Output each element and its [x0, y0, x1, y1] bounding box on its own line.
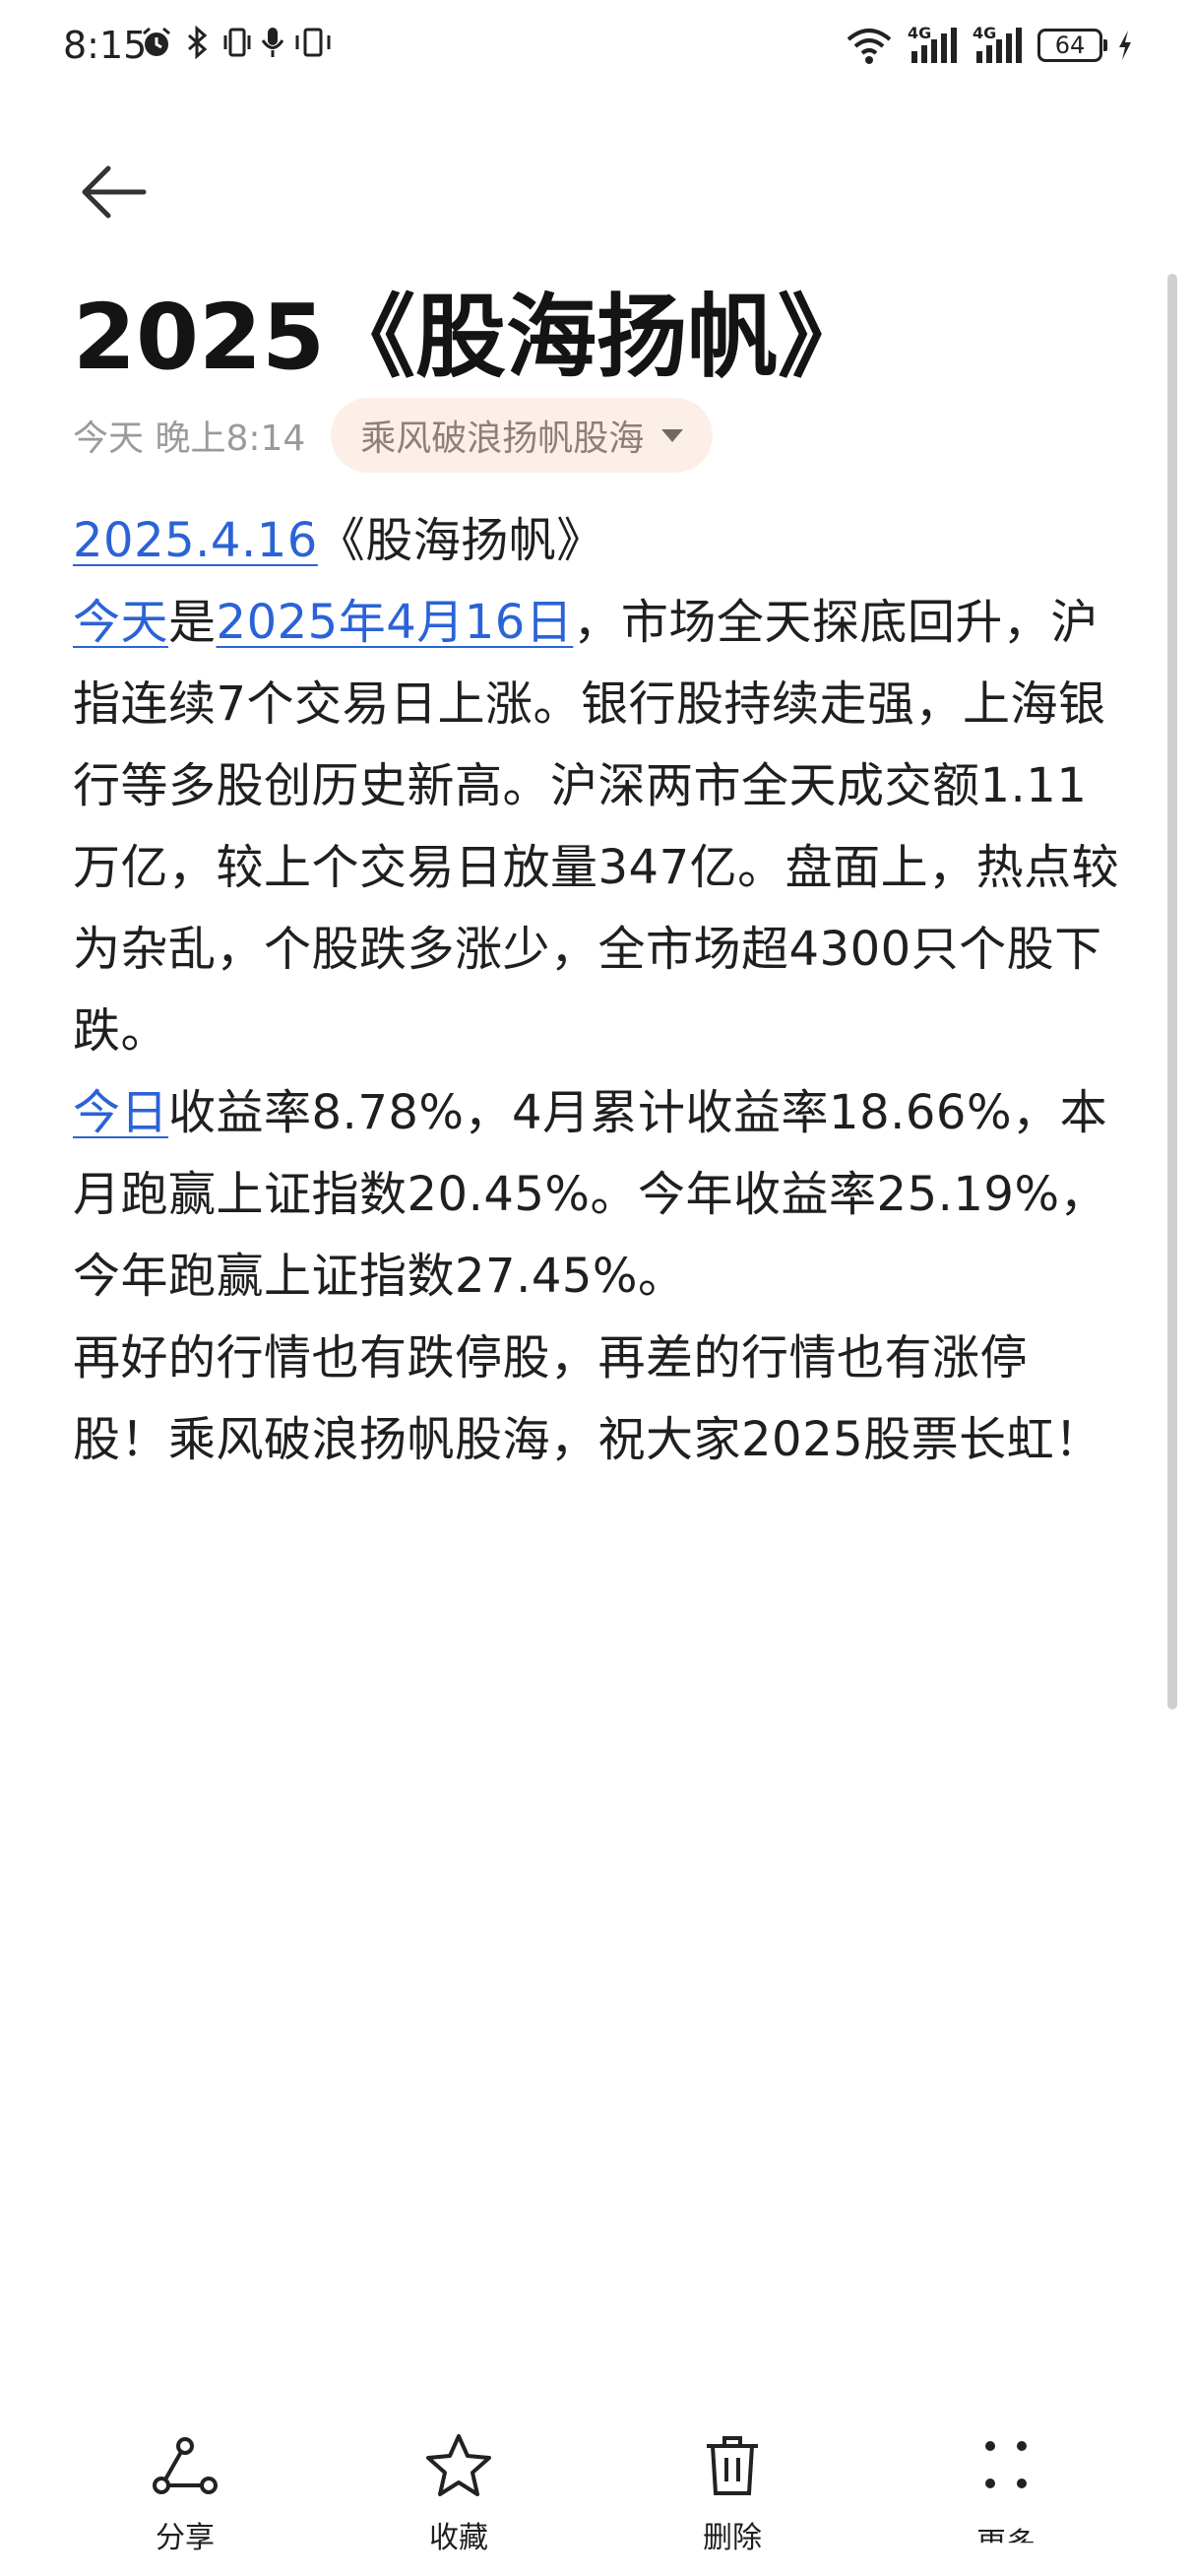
charging-icon — [1119, 31, 1131, 60]
share-label: 分享 — [156, 2521, 215, 2555]
battery-indicator: 64 — [1037, 29, 1107, 62]
status-right-icons: 4G 4G 64 — [845, 24, 1134, 65]
folder-selector[interactable]: 乘风破浪扬帆股海 — [331, 398, 714, 473]
caret-down-icon — [661, 428, 684, 442]
bluetooth-icon — [188, 26, 208, 59]
status-bar: 8:15 4G 4G 64 — [0, 0, 1193, 95]
star-icon — [426, 2434, 491, 2496]
date-link[interactable]: 今日 — [73, 1085, 168, 1140]
signal-vibrate-icon — [295, 28, 331, 57]
date-link[interactable]: 2025.4.16 — [73, 513, 318, 568]
microphone-icon — [261, 28, 284, 57]
paragraph: 再好的行情也有跌停股，再差的行情也有涨停股！乘风破浪扬帆股海，祝大家2025股票… — [73, 1318, 1122, 1481]
back-button[interactable] — [69, 148, 157, 236]
more-label: 更多 — [976, 2527, 1036, 2561]
delete-label: 删除 — [703, 2521, 762, 2555]
alarm-icon — [143, 27, 170, 56]
scrollbar[interactable] — [1167, 274, 1177, 1709]
bottom-toolbar: 分享 收藏 删除 更多 — [0, 2420, 1193, 2576]
vibrate-icon — [223, 28, 251, 57]
paragraph-text: 《股海扬帆》 — [317, 513, 604, 568]
paragraph-text: 收益率8.78%，4月累计收益率18.66%，本月跑赢上证指数20.45%。今年… — [73, 1085, 1108, 1304]
signal-bars-icon — [976, 28, 1022, 63]
wifi-icon — [847, 29, 892, 64]
more-dots-icon — [985, 2441, 1027, 2488]
favorite-button[interactable]: 收藏 — [380, 2430, 537, 2568]
paragraph-text: 是 — [168, 595, 217, 650]
note-body[interactable]: 2025.4.16《股海扬帆》 今天是2025年4月16日，市场全天探底回升，沪… — [73, 500, 1122, 1481]
folder-name: 乘风破浪扬帆股海 — [360, 419, 645, 459]
paragraph: 今日收益率8.78%，4月累计收益率18.66%，本月跑赢上证指数20.45%。… — [73, 1072, 1122, 1318]
favorite-label: 收藏 — [429, 2521, 488, 2555]
paragraph: 2025.4.16《股海扬帆》 — [73, 500, 1122, 582]
status-time: 8:15 — [63, 24, 148, 67]
paragraph-text: 再好的行情也有跌停股，再差的行情也有涨停股！乘风破浪扬帆股海，祝大家2025股票… — [73, 1330, 1102, 1467]
cell-signal-1: 4G — [908, 24, 959, 65]
share-button[interactable]: 分享 — [106, 2430, 264, 2568]
date-link[interactable]: 今天 — [73, 595, 168, 650]
note-timestamp: 今天 晚上8:14 — [73, 419, 306, 459]
back-arrow-icon — [82, 165, 147, 219]
paragraph-text: ，市场全天探底回升，沪指连续7个交易日上涨。银行股持续走强，上海银行等多股创历史… — [73, 595, 1120, 1059]
note-detail-screen: 8:15 4G 4G 64 2025《股海扬帆》 今天 晚上8:14 乘风破浪扬… — [0, 0, 1193, 2576]
note-meta: 今天 晚上8:14 乘风破浪扬帆股海 — [73, 398, 714, 473]
status-left-icons — [140, 26, 333, 59]
more-button[interactable]: 更多 — [927, 2430, 1085, 2568]
trash-icon — [707, 2436, 758, 2495]
date-link[interactable]: 2025年4月16日 — [217, 595, 574, 650]
paragraph: 今天是2025年4月16日，市场全天探底回升，沪指连续7个交易日上涨。银行股持续… — [73, 582, 1122, 1072]
signal-bars-icon — [911, 28, 957, 63]
share-icon — [153, 2437, 218, 2494]
delete-button[interactable]: 删除 — [654, 2430, 811, 2568]
cell-signal-2: 4G — [973, 24, 1024, 65]
note-title[interactable]: 2025《股海扬帆》 — [73, 264, 868, 395]
